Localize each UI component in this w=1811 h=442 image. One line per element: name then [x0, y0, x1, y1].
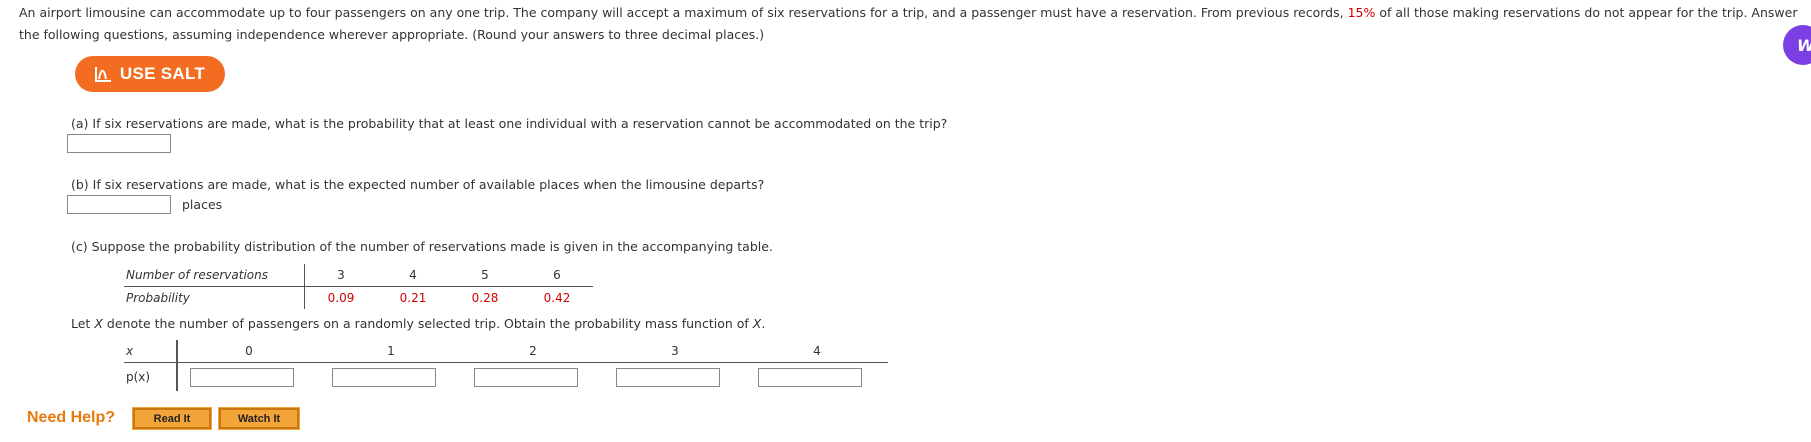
reservation-value: 3: [304, 264, 377, 287]
pmf-p0-input[interactable]: [190, 367, 294, 387]
reservations-row-label: Number of reservations: [124, 264, 305, 287]
pmf-prompt: Let X denote the number of passengers on…: [71, 316, 765, 332]
pmf-p3-input[interactable]: [616, 367, 720, 387]
intro-text-1: An airport limousine can accommodate up …: [19, 5, 1344, 20]
reservation-value: 4: [377, 264, 449, 287]
pmf-x-label: x: [124, 340, 178, 363]
pmf-x-value: 4: [746, 340, 888, 363]
probability-row: Probability 0.09 0.21 0.28 0.42: [124, 286, 593, 309]
read-it-button[interactable]: Read It: [132, 407, 212, 430]
probability-value: 0.09: [327, 291, 355, 305]
question-b: (b) If six reservations are made, what i…: [71, 177, 765, 192]
pmf-x-value: 3: [604, 340, 746, 363]
probability-value: 0.28: [471, 291, 499, 305]
answer-b-input[interactable]: [67, 195, 171, 214]
use-salt-label: USE SALT: [119, 64, 206, 83]
probability-row-label: Probability: [124, 286, 305, 309]
reservation-value: 6: [521, 264, 593, 287]
problem-statement: An airport limousine can accommodate up …: [19, 2, 1809, 46]
pmf-table: x 0 1 2 3 4 p(x): [124, 340, 888, 391]
answer-a-input[interactable]: [67, 134, 171, 153]
pmf-prompt-end: .: [761, 316, 766, 331]
need-help-label: Need Help?: [27, 409, 116, 426]
pmf-p-row: p(x): [124, 362, 888, 391]
pmf-p2-input[interactable]: [474, 367, 578, 387]
pmf-p-label: p(x): [124, 362, 178, 391]
pmf-p4-input[interactable]: [758, 367, 862, 387]
pmf-x-value: 0: [177, 340, 320, 363]
salt-chart-icon: [94, 67, 111, 82]
chat-icon: W: [1797, 36, 1811, 55]
pmf-prompt-1: Let: [71, 316, 91, 331]
use-salt-button[interactable]: USE SALT: [75, 56, 225, 92]
watch-it-button[interactable]: Watch It: [218, 407, 300, 430]
intro-percent: 15%: [1347, 5, 1376, 20]
pmf-x-value: 1: [320, 340, 462, 363]
question-c: (c) Suppose the probability distribution…: [71, 239, 773, 254]
pmf-var-x: X: [94, 316, 103, 331]
pmf-x-row: x 0 1 2 3 4: [124, 340, 888, 363]
pmf-p1-input[interactable]: [332, 367, 436, 387]
pmf-prompt-2: denote the number of passengers on a ran…: [106, 316, 749, 331]
pmf-x-value: 2: [462, 340, 604, 363]
answer-b-unit: places: [182, 197, 223, 212]
probability-value: 0.21: [399, 291, 427, 305]
reservations-row: Number of reservations 3 4 5 6: [124, 264, 593, 287]
chat-assistant-button[interactable]: W: [1783, 25, 1811, 65]
probability-value: 0.42: [543, 291, 571, 305]
question-a: (a) If six reservations are made, what i…: [71, 116, 948, 131]
reservation-value: 5: [449, 264, 521, 287]
reservation-distribution-table: Number of reservations 3 4 5 6 Probabili…: [124, 264, 593, 309]
